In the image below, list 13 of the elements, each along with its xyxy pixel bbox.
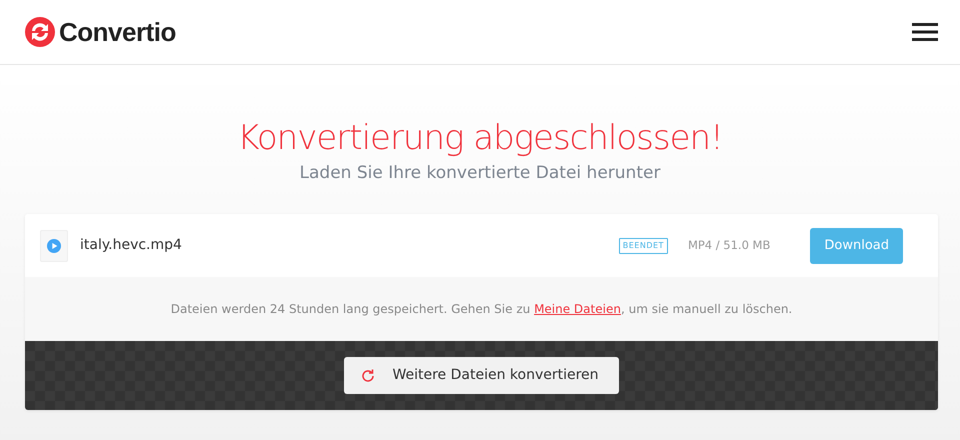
play-icon xyxy=(47,238,61,253)
status-tag: BEENDET xyxy=(618,238,668,254)
file-name: italy.hevc.mp4 xyxy=(80,236,182,256)
menu-icon[interactable] xyxy=(912,23,938,41)
logo-icon xyxy=(25,17,55,47)
page-subtitle: Laden Sie Ihre konvertierte Datei herunter xyxy=(298,162,662,185)
my-files-link[interactable]: Meine Dateien xyxy=(534,302,621,316)
page-title: Konvertierung abgeschlossen! xyxy=(236,118,724,159)
brand-name[interactable]: Convertio xyxy=(59,12,176,52)
refresh-icon xyxy=(360,368,376,384)
convert-more-button[interactable]: Weitere Dateien konvertieren xyxy=(344,357,619,394)
file-info: MP4 / 51.0 MB xyxy=(688,237,770,254)
storage-notice: Dateien werden 24 Stunden lang gespeichert. Gehen Sie zu Meine Dateien, um sie manuell zu löschen. xyxy=(170,301,792,318)
